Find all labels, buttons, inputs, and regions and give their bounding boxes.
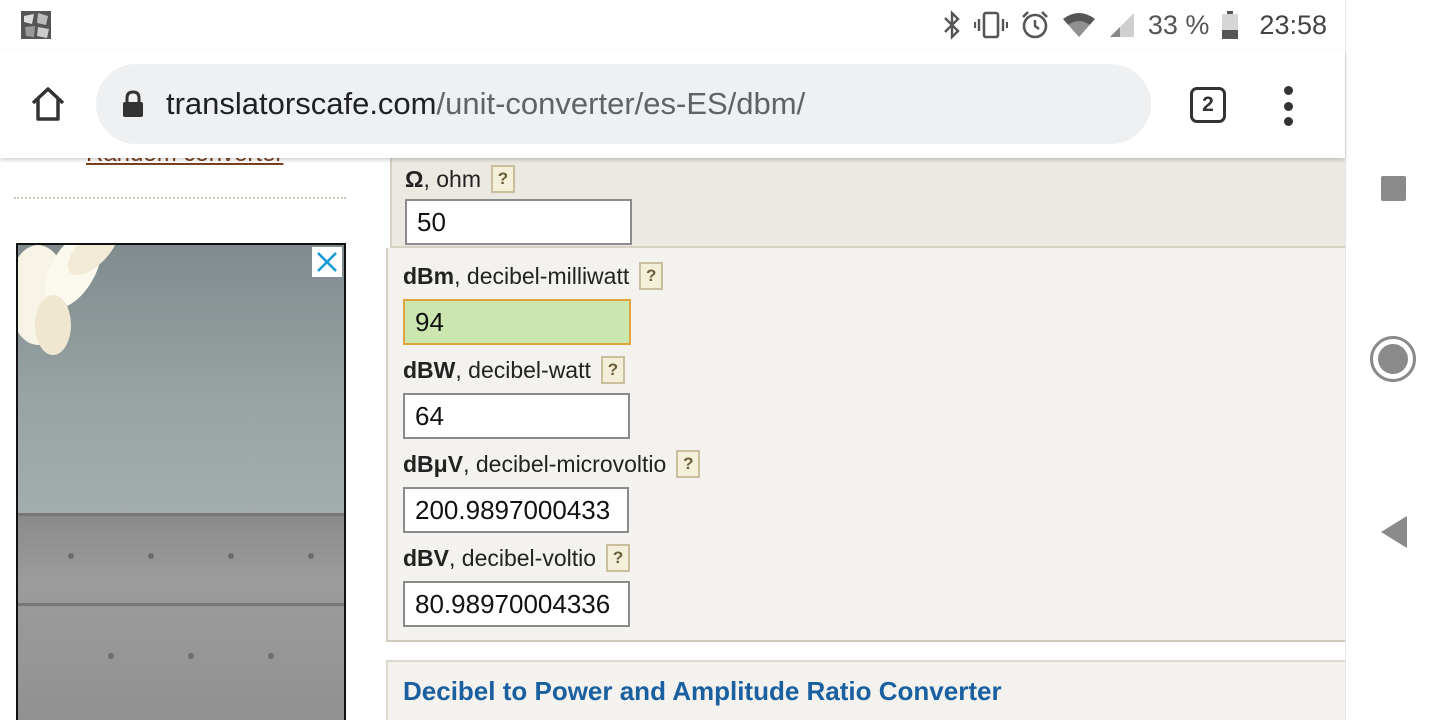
dbm-input[interactable] bbox=[403, 299, 631, 345]
vibrate-icon bbox=[973, 6, 1008, 44]
unit-name: , decibel-watt bbox=[455, 356, 591, 383]
unit-symbol: Ω bbox=[405, 165, 424, 192]
unit-symbol: dBW bbox=[403, 356, 456, 383]
unit-row-dbm: dBm, decibel-milliwatt ? bbox=[403, 261, 664, 345]
web-page: Random converter Ω, ohm bbox=[0, 158, 1345, 720]
unit-label-dbw: dBW, decibel-watt ? bbox=[403, 355, 630, 385]
unit-name: , decibel-microvoltio bbox=[463, 450, 667, 477]
unit-label-dbuv: dBμV, decibel-microvoltio ? bbox=[403, 449, 701, 479]
dbuv-input[interactable] bbox=[403, 487, 629, 533]
related-converter-title[interactable]: Decibel to Power and Amplitude Ratio Con… bbox=[403, 676, 1002, 707]
signal-icon bbox=[1108, 6, 1136, 44]
unit-row-dbv: dBV, decibel-voltio ? bbox=[403, 543, 631, 627]
unit-symbol: dBμV bbox=[403, 450, 464, 477]
unit-label-dbv: dBV, decibel-voltio ? bbox=[403, 543, 631, 573]
random-converter-link[interactable]: Random converter bbox=[86, 158, 283, 168]
back-icon[interactable] bbox=[1379, 514, 1409, 550]
ad-sofa-image bbox=[18, 513, 344, 720]
tab-switcher-button[interactable]: 2 bbox=[1190, 87, 1226, 123]
system-navigation-bar bbox=[1345, 0, 1440, 720]
unit-row-dbw: dBW, decibel-watt ? bbox=[403, 355, 630, 439]
ad-flower-image bbox=[18, 245, 118, 355]
bluetooth-icon bbox=[942, 6, 962, 44]
clock: 23:58 bbox=[1259, 9, 1327, 40]
unit-name: , decibel-milliwatt bbox=[454, 262, 630, 289]
dbw-input[interactable] bbox=[403, 393, 630, 439]
ohm-input[interactable] bbox=[405, 199, 632, 245]
unit-name: , ohm bbox=[423, 165, 481, 192]
ad-close-button[interactable] bbox=[312, 247, 342, 277]
unit-label-dbm: dBm, decibel-milliwatt ? bbox=[403, 261, 664, 291]
url-host: translatorscafe.com bbox=[166, 86, 437, 121]
home-button[interactable] bbox=[24, 80, 72, 128]
status-bar: 33 % 23:58 bbox=[0, 0, 1345, 50]
alarm-icon bbox=[1020, 6, 1050, 44]
sidebar-divider bbox=[14, 197, 346, 199]
url-text: translatorscafe.com/unit-converter/es-ES… bbox=[166, 86, 805, 122]
unit-name: , decibel-voltio bbox=[449, 544, 597, 571]
unit-symbol: dBV bbox=[403, 544, 449, 571]
close-icon bbox=[317, 252, 337, 272]
overflow-menu-icon[interactable] bbox=[1274, 86, 1302, 126]
home-circle-icon[interactable] bbox=[1370, 336, 1416, 382]
help-button[interactable]: ? bbox=[676, 450, 701, 478]
home-icon bbox=[31, 87, 65, 121]
unit-row-ohm: Ω, ohm ? bbox=[405, 164, 632, 245]
unit-row-dbuv: dBμV, decibel-microvoltio ? bbox=[403, 449, 701, 533]
advertisement[interactable] bbox=[16, 243, 346, 720]
url-path: /unit-converter/es-ES/dbm/ bbox=[436, 86, 806, 121]
battery-icon bbox=[1221, 6, 1239, 44]
unit-label-ohm: Ω, ohm ? bbox=[405, 164, 632, 194]
battery-percent: 33 % bbox=[1147, 9, 1210, 40]
help-button[interactable]: ? bbox=[490, 165, 515, 193]
address-bar[interactable]: translatorscafe.com/unit-converter/es-ES… bbox=[96, 64, 1151, 144]
lock-icon bbox=[122, 90, 146, 118]
unit-symbol: dBm bbox=[403, 262, 455, 289]
help-button[interactable]: ? bbox=[600, 356, 625, 384]
wifi-icon bbox=[1062, 6, 1096, 44]
help-button[interactable]: ? bbox=[606, 544, 631, 572]
dbv-input[interactable] bbox=[403, 581, 630, 627]
browser-toolbar: translatorscafe.com/unit-converter/es-ES… bbox=[0, 50, 1345, 158]
help-button[interactable]: ? bbox=[639, 262, 664, 290]
recents-icon[interactable] bbox=[1381, 176, 1406, 201]
app-notification-icon bbox=[20, 10, 52, 40]
